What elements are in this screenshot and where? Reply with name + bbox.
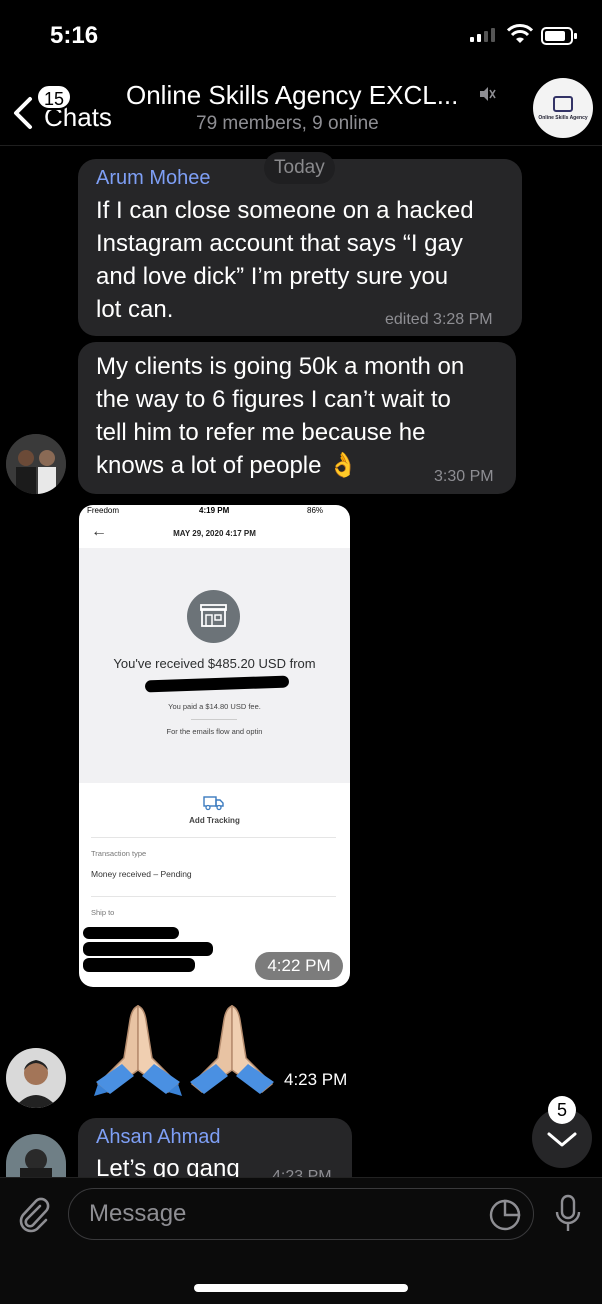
message-text: My clients is going 50k a month on the w… xyxy=(96,350,464,482)
sender-name[interactable]: Arum Mohee xyxy=(96,167,211,190)
message-text: If I can close someone on a hacked Insta… xyxy=(96,194,474,326)
group-avatar-text: Online Skills Agency xyxy=(538,114,588,121)
folded-hands-icon xyxy=(190,1004,274,1094)
paperclip-icon[interactable] xyxy=(14,1194,54,1234)
divider xyxy=(191,719,237,720)
message-time: 3:30 PM xyxy=(434,468,494,485)
message-composer xyxy=(0,1177,602,1304)
user-avatar[interactable] xyxy=(6,1134,66,1177)
chat-title[interactable]: Online Skills Agency EXCL... xyxy=(126,80,486,111)
ship-to-label: Ship to xyxy=(91,908,115,917)
message-line: tell him to refer me because he xyxy=(96,419,426,446)
home-indicator[interactable] xyxy=(194,1284,408,1292)
redacted-address xyxy=(83,942,213,956)
date-separator: Today xyxy=(264,152,335,184)
unread-count-badge: 15 xyxy=(36,84,73,110)
embedded-battery: 86% xyxy=(307,506,324,515)
agency-logo-icon xyxy=(553,95,573,112)
transaction-type-value: Money received – Pending xyxy=(91,869,192,879)
message-line: the way to 6 figures I can’t wait to xyxy=(96,386,451,413)
back-button[interactable]: Chats 15 xyxy=(10,78,120,138)
chat-header: Chats 15 Online Skills Agency EXCL... 79… xyxy=(0,70,602,146)
folded-hands-icon xyxy=(94,1004,182,1096)
message-time: 4:22 PM xyxy=(255,952,343,980)
divider xyxy=(91,837,336,838)
status-bar: 5:16 xyxy=(0,0,602,70)
embedded-time: 4:19 PM xyxy=(199,506,230,515)
message-time: edited 3:28 PM xyxy=(385,311,493,328)
wifi-icon xyxy=(507,24,533,43)
photo-avatar-icon xyxy=(6,434,66,494)
message-line: knows a lot of people 👌 xyxy=(96,452,359,479)
chat-subtitle: 79 members, 9 online xyxy=(196,113,379,134)
message-input[interactable] xyxy=(68,1188,534,1240)
truck-icon xyxy=(203,796,224,811)
emoji-message[interactable] xyxy=(94,1000,276,1096)
battery-icon xyxy=(541,27,577,45)
transaction-date: MAY 29, 2020 4:17 PM xyxy=(173,529,256,538)
transaction-type-label: Transaction type xyxy=(91,849,147,858)
embedded-status-bar: Freedom 4:19 PM 86% xyxy=(79,505,350,518)
embedded-carrier: Freedom xyxy=(87,506,120,515)
status-time: 5:16 xyxy=(50,22,99,49)
group-avatar[interactable]: Online Skills Agency xyxy=(533,78,593,138)
unread-mentions-badge: 5 xyxy=(548,1096,576,1124)
message-line: and love dick” I’m pretty sure you xyxy=(96,263,449,290)
message-line: Instagram account that says “I gay xyxy=(96,230,463,257)
user-avatar[interactable] xyxy=(6,1048,66,1108)
message-text: Let’s go gang xyxy=(96,1155,240,1177)
message-line: If I can close someone on a hacked xyxy=(96,197,474,224)
payment-note: For the emails flow and optin xyxy=(166,727,263,736)
sender-name[interactable]: Ahsan Ahmad xyxy=(96,1126,221,1149)
photo-avatar-icon xyxy=(6,1048,66,1108)
store-icon xyxy=(187,590,240,643)
redacted-address xyxy=(83,958,195,972)
divider xyxy=(91,896,336,897)
image-message[interactable]: Freedom 4:19 PM 86% ← MAY 29, 2020 4:17 … xyxy=(79,505,350,987)
received-amount-text: You've received $485.20 USD from xyxy=(113,656,316,671)
user-avatar[interactable] xyxy=(6,434,66,494)
message-time: 4:23 PM xyxy=(272,1168,332,1177)
redacted-address xyxy=(83,927,179,939)
cellular-signal-icon xyxy=(470,28,495,42)
sticker-icon[interactable] xyxy=(488,1198,522,1232)
muted-icon xyxy=(480,87,496,101)
fee-text: You paid a $14.80 USD fee. xyxy=(168,702,261,711)
photo-avatar-icon xyxy=(6,1134,66,1177)
microphone-icon[interactable] xyxy=(554,1194,582,1234)
chevron-left-icon xyxy=(14,97,32,129)
message-line: My clients is going 50k a month on xyxy=(96,353,465,380)
add-tracking-link: Add Tracking xyxy=(189,816,240,825)
message-time: 4:23 PM xyxy=(276,1065,356,1095)
